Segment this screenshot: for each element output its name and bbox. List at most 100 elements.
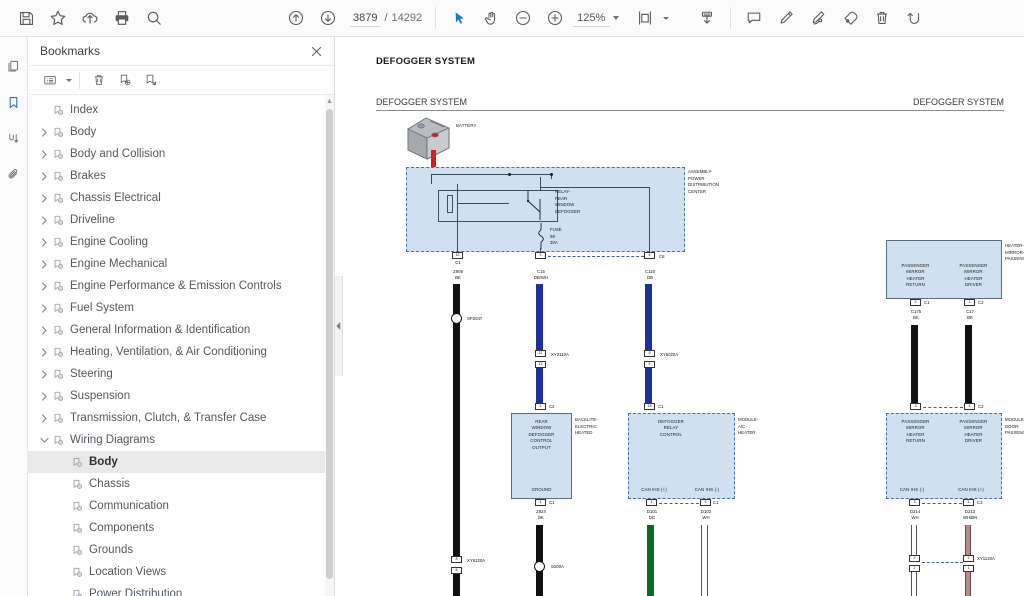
trash-icon[interactable] [866,2,898,34]
bookmarks-scrollbar[interactable]: ▲ [325,95,334,596]
chevron-right-icon[interactable] [38,347,51,357]
zoom-level-control[interactable]: 125% [573,10,620,27]
chevron-right-icon[interactable] [38,325,51,335]
print-icon[interactable] [106,2,138,34]
bookmark-page-icon [70,545,85,556]
bookmark-item-engine-mechanical[interactable]: Engine Mechanical [28,253,334,275]
previous-page-icon[interactable] [280,2,312,34]
bookmark-item-chassis-electrical[interactable]: Chassis Electrical [28,187,334,209]
bookmarks-panel-title: Bookmarks [40,44,101,58]
add-bookmark-icon[interactable] [113,68,137,92]
bookmark-item-label: Engine Performance & Emission Controls [70,280,282,292]
page-fit-icon[interactable] [629,2,661,34]
chevron-right-icon[interactable] [38,193,51,203]
pin-xy1120a-right-top: 1 [963,555,974,562]
next-page-icon[interactable] [312,2,344,34]
pan-hand-icon[interactable] [475,2,507,34]
bookmark-item-transmission-clutch-transfer-case[interactable]: Transmission, Clutch, & Transfer Case [28,407,334,429]
battery-positive-lead [431,150,436,167]
bookmark-item-body-and-collision[interactable]: Body and Collision [28,143,334,165]
bookmark-item-label: Engine Cooling [70,236,149,248]
module-connector-c1: C1 [713,500,719,505]
bookmark-item-brakes[interactable]: Brakes [28,165,334,187]
relay-label: RELAY- REAR WINDOW DEFOGGER [555,189,581,214]
bookmark-page-icon [51,193,66,204]
chevron-right-icon[interactable] [38,237,51,247]
door-connector-c3: C3 [977,500,983,505]
scroll-up-arrow-icon[interactable]: ▲ [326,96,333,106]
bookmark-item-location-views[interactable]: Location Views [28,561,334,583]
pin-c17: 1 [964,299,975,306]
page-number-input[interactable]: 3879 [350,10,381,27]
chevron-right-icon[interactable] [38,259,51,269]
attachment-paperclip-icon[interactable] [1,159,27,189]
bookmark-item-label: Index [70,104,99,116]
edit-bookmark-icon[interactable] [139,68,163,92]
bookmark-item-fuel-system[interactable]: Fuel System [28,297,334,319]
draw-icon[interactable] [802,2,834,34]
bookmark-options-chevron-icon[interactable] [66,78,72,82]
delete-bookmark-icon[interactable] [87,68,111,92]
bookmark-page-icon [51,149,66,160]
bookmark-item-heating-ventilation-air-conditioning[interactable]: Heating, Ventilation, & Air Conditioning [28,341,334,363]
bookmark-item-communication[interactable]: Communication [28,495,334,517]
stamp-icon[interactable] [834,2,866,34]
scrollbar-thumb[interactable] [326,109,333,579]
chevron-down-icon[interactable] [613,16,620,20]
bookmark-item-power-distribution[interactable]: Power Distribution [28,583,334,596]
page-indicator[interactable]: 3879 / 14292 [350,10,422,27]
wire-c110-lower [645,368,652,403]
chevron-right-icon[interactable] [38,369,51,379]
chevron-right-icon[interactable] [38,303,51,313]
select-tool-icon[interactable] [443,2,475,34]
thumbnails-icon[interactable] [1,51,27,81]
zoom-in-icon[interactable] [539,2,571,34]
bookmark-item-driveline[interactable]: Driveline [28,209,334,231]
bookmark-page-icon [70,479,85,490]
bookmark-item-body[interactable]: Body [28,451,334,473]
upload-cloud-icon[interactable] [74,2,106,34]
xy1120a-dashline [922,562,963,563]
download-icon[interactable] [691,2,723,34]
chevron-right-icon[interactable] [38,171,51,181]
wire-z909-bottom [453,574,460,596]
bookmark-item-suspension[interactable]: Suspension [28,385,334,407]
bookmark-item-wiring-diagrams[interactable]: Wiring Diagrams [28,429,334,451]
pin-xy2110a-bottom: 11 [535,361,546,368]
chevron-down-icon[interactable] [38,437,51,444]
save-icon[interactable] [10,2,42,34]
bookmarks-tree[interactable]: Index Body Body and Collision Brakes Chassis… [28,95,334,596]
rotate-icon[interactable] [898,2,930,34]
signature-icon[interactable] [1,123,27,153]
bookmark-item-grounds[interactable]: Grounds [28,539,334,561]
chevron-right-icon[interactable] [38,413,51,423]
bookmark-item-components[interactable]: Components [28,517,334,539]
panel-collapse-handle[interactable] [335,276,343,376]
bookmark-item-engine-performance-emission-controls[interactable]: Engine Performance & Emission Controls [28,275,334,297]
zoom-level-value[interactable]: 125% [573,10,611,27]
page-fit-chevron-icon[interactable] [663,16,670,20]
bookmark-item-chassis[interactable]: Chassis [28,473,334,495]
chevron-right-icon[interactable] [38,149,51,159]
bookmark-item-label: Heating, Ventilation, & Air Conditioning [70,346,267,358]
chevron-right-icon[interactable] [38,127,51,137]
bookmark-options-icon[interactable] [38,68,62,92]
close-icon[interactable] [308,43,324,59]
chevron-right-icon[interactable] [38,215,51,225]
bookmark-item-general-information-identification[interactable]: General Information & Identification [28,319,334,341]
bookmark-icon[interactable] [1,87,27,117]
bookmark-item-label: Transmission, Clutch, & Transfer Case [70,412,267,424]
comment-icon[interactable] [738,2,770,34]
search-icon[interactable] [138,2,170,34]
bookmark-item-index[interactable]: Index [28,99,334,121]
bookmark-item-engine-cooling[interactable]: Engine Cooling [28,231,334,253]
backlite-ground-connector: C1 [549,500,555,505]
chevron-right-icon[interactable] [38,391,51,401]
chevron-right-icon[interactable] [38,281,51,291]
highlight-pen-icon[interactable] [770,2,802,34]
zoom-out-icon[interactable] [507,2,539,34]
document-view[interactable]: DEFOGGER SYSTEM DEFOGGER SYSTEM DEFOGGER… [343,37,1024,596]
bookmark-item-body[interactable]: Body [28,121,334,143]
bookmark-item-steering[interactable]: Steering [28,363,334,385]
star-icon[interactable] [42,2,74,34]
